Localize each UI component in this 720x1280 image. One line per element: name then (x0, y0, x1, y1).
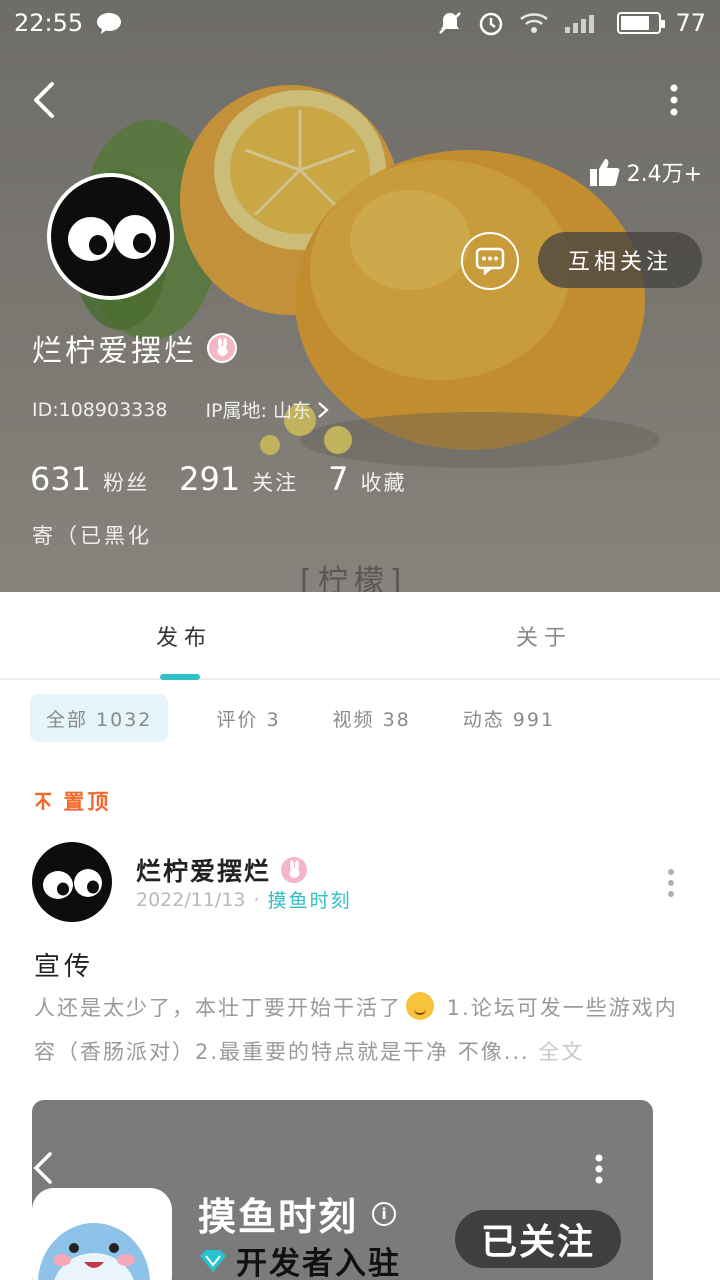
rabbit-icon (217, 338, 228, 356)
embed-dev-label: 开发者入驻 (236, 1246, 401, 1280)
rabbit-badge-icon[interactable] (207, 333, 237, 363)
pinned-label: 置顶 (33, 786, 111, 816)
stat-label: 关注 (252, 471, 299, 495)
banner-caption: [柠檬] (300, 564, 408, 592)
eyes-avatar-icon (68, 215, 156, 261)
thumbs-up-icon (589, 159, 619, 186)
diamond-icon (200, 1249, 226, 1272)
tab-about[interactable]: 关于 (516, 620, 572, 652)
profile-nickname: 烂柠爱摆烂 (32, 334, 197, 369)
embed-forum-title: 摸鱼时刻 (198, 1195, 359, 1239)
post-meta: 2022/11/13 · 摸鱼时刻 (136, 886, 352, 913)
eyes-avatar-icon (43, 869, 102, 899)
battery-icon (617, 12, 666, 34)
more-vertical-icon[interactable] (668, 84, 680, 116)
chat-bubble-icon (97, 13, 122, 34)
filter-chips: 全部 1032 评价 3 视频 38 动态 991 (30, 694, 607, 742)
post-author-avatar[interactable] (32, 842, 112, 922)
ip-location: IP属地: 山东 (205, 400, 311, 422)
smile-emoji-icon (406, 992, 434, 1020)
main-tabs: 发布 关于 (0, 592, 720, 680)
stat-label: 收藏 (360, 471, 407, 495)
message-button[interactable] (461, 232, 519, 290)
post-image[interactable]: 摸鱼时刻 i 开发者入驻 已关注 (32, 1100, 653, 1280)
ip-location-link[interactable]: IP属地: 山东 (205, 396, 329, 423)
stat-favorites[interactable]: 7 收藏 (328, 460, 406, 498)
back-arrow-icon (33, 1152, 52, 1184)
battery-level (621, 16, 650, 30)
message-icon (475, 247, 505, 275)
filter-videos[interactable]: 视频 38 (333, 694, 411, 742)
signal-icon (565, 15, 595, 33)
shark-mascot-icon (38, 1223, 150, 1280)
wifi-icon (520, 13, 549, 33)
filter-reviews[interactable]: 评价 3 (216, 694, 280, 742)
app-icon (32, 1188, 172, 1280)
id-row: ID:108903338 IP属地: 山东 (32, 396, 329, 423)
read-more-link[interactable]: 全文 (530, 1040, 585, 1064)
status-time: 22:55 (14, 9, 84, 37)
stat-value: 291 (179, 460, 241, 498)
post-author-name: 烂柠爱摆烂 (136, 857, 272, 886)
user-id: ID:108903338 (32, 398, 168, 421)
profile-avatar[interactable] (47, 173, 174, 300)
embed-dev-row: 开发者入驻 (198, 1238, 401, 1280)
nickname-row: 烂柠爱摆烂 (32, 326, 237, 370)
rabbit-icon (289, 860, 300, 878)
meta-separator: · (253, 888, 260, 911)
post-date: 2022/11/13 (136, 888, 246, 911)
post-body-text-1: 人还是太少了，本壮丁要开始干活了 (34, 996, 402, 1020)
chevron-right-icon (318, 401, 329, 418)
stat-label: 粉丝 (103, 471, 150, 495)
embed-forum-title-row: 摸鱼时刻 i (198, 1186, 397, 1241)
post-author[interactable]: 烂柠爱摆烂 (136, 852, 310, 888)
pinned-text: 置顶 (63, 790, 112, 814)
back-arrow-icon[interactable] (28, 80, 64, 120)
more-vertical-icon (595, 1154, 603, 1184)
active-tab-indicator (160, 674, 200, 680)
stat-fans[interactable]: 631 粉丝 (30, 460, 149, 498)
mute-bell-icon (439, 12, 462, 34)
stat-value: 631 (30, 460, 92, 498)
post-title[interactable]: 宣传 (34, 946, 94, 983)
embed-follow-badge: 已关注 (455, 1210, 621, 1268)
battery-percentage: 77 (675, 9, 706, 37)
info-icon: i (372, 1201, 397, 1226)
likes-count: 2.4万+ (626, 162, 702, 187)
profile-stats: 631 粉丝 291 关注 7 收藏 (30, 460, 437, 498)
alarm-icon (480, 12, 503, 36)
stat-value: 7 (328, 460, 349, 498)
mutual-follow-button[interactable]: 互相关注 (538, 232, 702, 288)
post-forum-tag[interactable]: 摸鱼时刻 (268, 886, 352, 913)
stat-following[interactable]: 291 关注 (179, 460, 298, 498)
pin-icon (35, 792, 51, 810)
filter-moments[interactable]: 动态 991 (463, 694, 555, 742)
tab-posts[interactable]: 发布 (156, 620, 212, 652)
rabbit-badge-icon (279, 855, 310, 885)
profile-bio: 寄（已黑化 (32, 524, 152, 548)
post-more-icon[interactable] (664, 868, 678, 898)
filter-all[interactable]: 全部 1032 (30, 694, 169, 742)
post-body[interactable]: 人还是太少了，本壮丁要开始干活了 1.论坛可发一些游戏内容（香肠派对）2.最重要… (34, 986, 694, 1074)
status-bar: 22:55 77 (0, 0, 720, 46)
likes-counter[interactable]: 2.4万+ (589, 156, 702, 188)
